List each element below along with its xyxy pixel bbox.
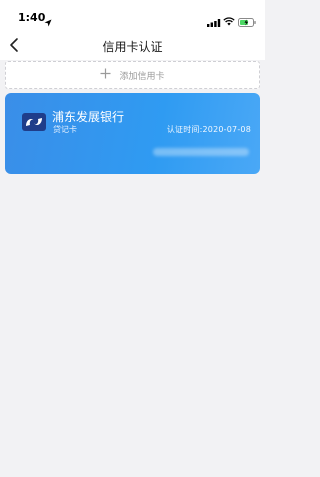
location-arrow-icon [44, 12, 52, 31]
verify-time: 认证时间:2020-07-08 [166, 125, 251, 134]
card-type: 贷记卡 [53, 125, 77, 134]
credit-card-item[interactable]: 浦东发展银行 贷记卡 认证时间:2020-07-08 [5, 93, 260, 174]
nav-bar: 信用卡认证 [0, 30, 265, 60]
bank-logo-icon [22, 113, 46, 135]
bank-name: 浦东发展银行 [52, 110, 125, 124]
status-bar: 1:40 [0, 0, 265, 30]
plus-icon [100, 68, 111, 82]
status-time: 1:40 [18, 11, 46, 24]
wifi-icon [223, 11, 235, 30]
masked-card-number [153, 148, 249, 156]
battery-charging-icon [238, 12, 256, 31]
add-card-button[interactable]: 添加信用卡 [5, 61, 260, 89]
page-title: 信用卡认证 [102, 40, 163, 54]
signal-icon [207, 12, 221, 31]
add-card-label: 添加信用卡 [119, 71, 165, 82]
